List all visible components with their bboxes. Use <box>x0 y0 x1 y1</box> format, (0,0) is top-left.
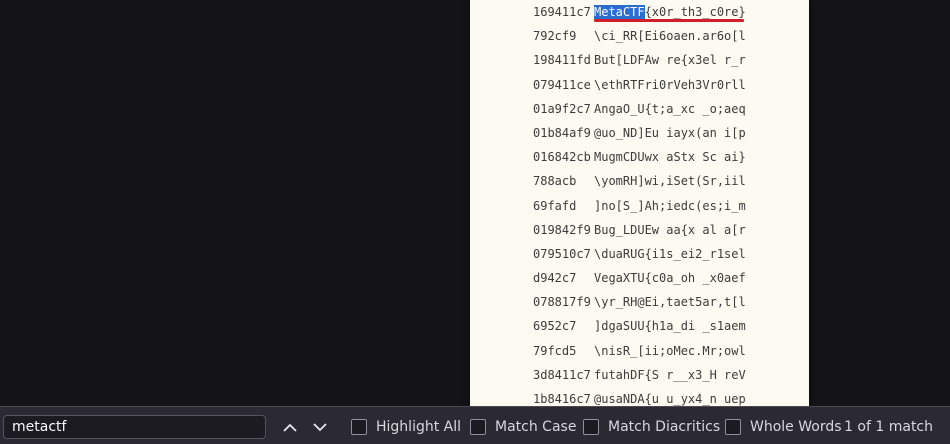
find-bar: Highlight All Match Case Match Diacritic… <box>0 406 950 444</box>
line-address: 788acb <box>533 174 577 189</box>
line-text: \yomRH]wi,iSet(Sr,iil <box>594 169 746 193</box>
line-text: \ethRTFri0rVeh3Vr0rll <box>594 73 746 97</box>
search-match-highlight: MetaCTF <box>594 5 645 19</box>
find-next-button[interactable] <box>308 416 332 438</box>
match-diacritics-checkbox[interactable] <box>583 419 599 435</box>
line-text-content: ]dgaSUU{h1a_di _s1aem <box>594 319 746 334</box>
text-lines: 169411c7 MetaCTF{x0r_th3_c0re} 792cf9 \ci_R… <box>533 0 746 406</box>
line-text: @uo_ND]Eu iayx(an i[p <box>594 121 746 145</box>
line-text-content: \ci_RR[Ei6oaen.ar6o[l <box>594 29 746 44</box>
find-input[interactable] <box>3 415 266 439</box>
line-text: futahDF{S r__x3_H reV <box>594 363 746 387</box>
line-address: 019842f9 <box>533 222 591 237</box>
match-diacritics-label: Match Diacritics <box>608 419 721 435</box>
highlight-all-checkbox[interactable] <box>351 419 367 435</box>
line-text-content: VegaXTU{c0a_oh _x0aef <box>594 271 746 286</box>
line-address: 79fcd5 <box>533 343 577 358</box>
text-line: 3d8411c7 futahDF{S r__x3_H reV <box>533 363 746 387</box>
chevron-down-icon <box>313 422 327 431</box>
text-line: 198411fd But[LDFAw re{x3el r_r <box>533 48 746 72</box>
line-text-content: \duaRUG{i1s_ei2_r1sel <box>594 246 746 261</box>
line-address: 169411c7 <box>533 5 591 19</box>
line-address: 01b84af9 <box>533 125 591 140</box>
line-text: \nisR_[ii;oMec.Mr;owl <box>594 339 746 363</box>
whole-words-label: Whole Words <box>750 419 842 435</box>
text-line: 792cf9 \ci_RR[Ei6oaen.ar6o[l <box>533 24 746 48</box>
match-case-label: Match Case <box>495 419 577 435</box>
line-text-content: @usaNDA{u u_yx4_n uep <box>594 392 746 406</box>
line-text-content: MugmCDUwx aStx Sc ai} <box>594 150 746 165</box>
line-text: MugmCDUwx aStx Sc ai} <box>594 145 746 169</box>
text-line: 078817f9 \yr_RH@Ei,taet5ar,t[l <box>533 290 746 314</box>
text-line: 6952c7 ]dgaSUU{h1a_di _s1aem <box>533 314 746 338</box>
line-address: 792cf9 <box>533 29 577 44</box>
line-text: \ci_RR[Ei6oaen.ar6o[l <box>594 24 746 48</box>
text-line: d942c7 VegaXTU{c0a_oh _x0aef <box>533 266 746 290</box>
whole-words-checkbox[interactable] <box>725 419 741 435</box>
line-address: 016842cb <box>533 150 591 165</box>
line-text: But[LDFAw re{x3el r_r <box>594 48 746 72</box>
line-text: VegaXTU{c0a_oh _x0aef <box>594 266 746 290</box>
line-text: Bug_LDUEw aa{x al a[r <box>594 218 746 242</box>
match-case-option[interactable]: Match Case <box>470 416 576 438</box>
text-line: 788acb \yomRH]wi,iSet(Sr,iil <box>533 169 746 193</box>
text-line: 69fafd ]no[S_]Ah;iedc(es;i_m <box>533 194 746 218</box>
line-text-content: \yomRH]wi,iSet(Sr,iil <box>594 174 746 189</box>
highlight-all-label: Highlight All <box>376 419 462 435</box>
line-text-content: \ethRTFri0rVeh3Vr0rll <box>594 77 746 92</box>
text-line: 079510c7 \duaRUG{i1s_ei2_r1sel <box>533 242 746 266</box>
line-text-content: Bug_LDUEw aa{x al a[r <box>594 222 746 237</box>
text-line: 019842f9 Bug_LDUEw aa{x al a[r <box>533 218 746 242</box>
match-count-status: 1 of 1 match <box>844 419 933 435</box>
line-address: 079411ce <box>533 77 591 92</box>
find-previous-button[interactable] <box>278 416 302 438</box>
line-text-content: ]no[S_]Ah;iedc(es;i_m <box>594 198 746 213</box>
line-text-content: {x0r_th3_c0re} <box>644 5 746 19</box>
chevron-up-icon <box>283 423 297 432</box>
line-text-content: \yr_RH@Ei,taet5ar,t[l <box>594 295 746 310</box>
line-address: 079510c7 <box>533 246 591 261</box>
document-page: 169411c7 MetaCTF{x0r_th3_c0re} 792cf9 \ci_R… <box>470 0 809 406</box>
text-line: 79fcd5 \nisR_[ii;oMec.Mr;owl <box>533 339 746 363</box>
text-line: 01b84af9 @uo_ND]Eu iayx(an i[p <box>533 121 746 145</box>
line-text: @usaNDA{u u_yx4_n uep <box>594 387 746 406</box>
line-address: d942c7 <box>533 271 577 286</box>
match-diacritics-option[interactable]: Match Diacritics <box>583 416 720 438</box>
line-text: AngaO_U{t;a_xc _o;aeq <box>594 97 746 121</box>
text-line: 1b8416c7 @usaNDA{u u_yx4_n uep <box>533 387 746 406</box>
line-text-content: futahDF{S r__x3_H reV <box>594 367 746 382</box>
match-case-checkbox[interactable] <box>470 419 486 435</box>
text-line: 016842cb MugmCDUwx aStx Sc ai} <box>533 145 746 169</box>
text-line: 01a9f2c7 AngaO_U{t;a_xc _o;aeq <box>533 97 746 121</box>
line-text: \yr_RH@Ei,taet5ar,t[l <box>594 290 746 314</box>
line-text: ]no[S_]Ah;iedc(es;i_m <box>594 194 746 218</box>
whole-words-option[interactable]: Whole Words <box>725 416 842 438</box>
line-address: 6952c7 <box>533 319 577 334</box>
line-address: 1b8416c7 <box>533 392 591 406</box>
line-text: \duaRUG{i1s_ei2_r1sel <box>594 242 746 266</box>
line-text-content: @uo_ND]Eu iayx(an i[p <box>594 125 746 140</box>
text-line: 169411c7 MetaCTF{x0r_th3_c0re} <box>533 0 746 24</box>
line-text: ]dgaSUU{h1a_di _s1aem <box>594 314 746 338</box>
text-line: 079411ce \ethRTFri0rVeh3Vr0rll <box>533 73 746 97</box>
line-text-content: \nisR_[ii;oMec.Mr;owl <box>594 343 746 358</box>
line-text-content: AngaO_U{t;a_xc _o;aeq <box>594 101 746 116</box>
line-address: 198411fd <box>533 53 591 68</box>
line-address: 69fafd <box>533 198 577 213</box>
document-viewer[interactable]: 169411c7 MetaCTF{x0r_th3_c0re} 792cf9 \ci_R… <box>0 0 950 406</box>
line-address: 01a9f2c7 <box>533 101 591 116</box>
match-underline <box>594 19 744 22</box>
line-address: 078817f9 <box>533 295 591 310</box>
line-address: 3d8411c7 <box>533 367 591 382</box>
highlight-all-option[interactable]: Highlight All <box>351 416 461 438</box>
line-text-content: But[LDFAw re{x3el r_r <box>594 53 746 68</box>
